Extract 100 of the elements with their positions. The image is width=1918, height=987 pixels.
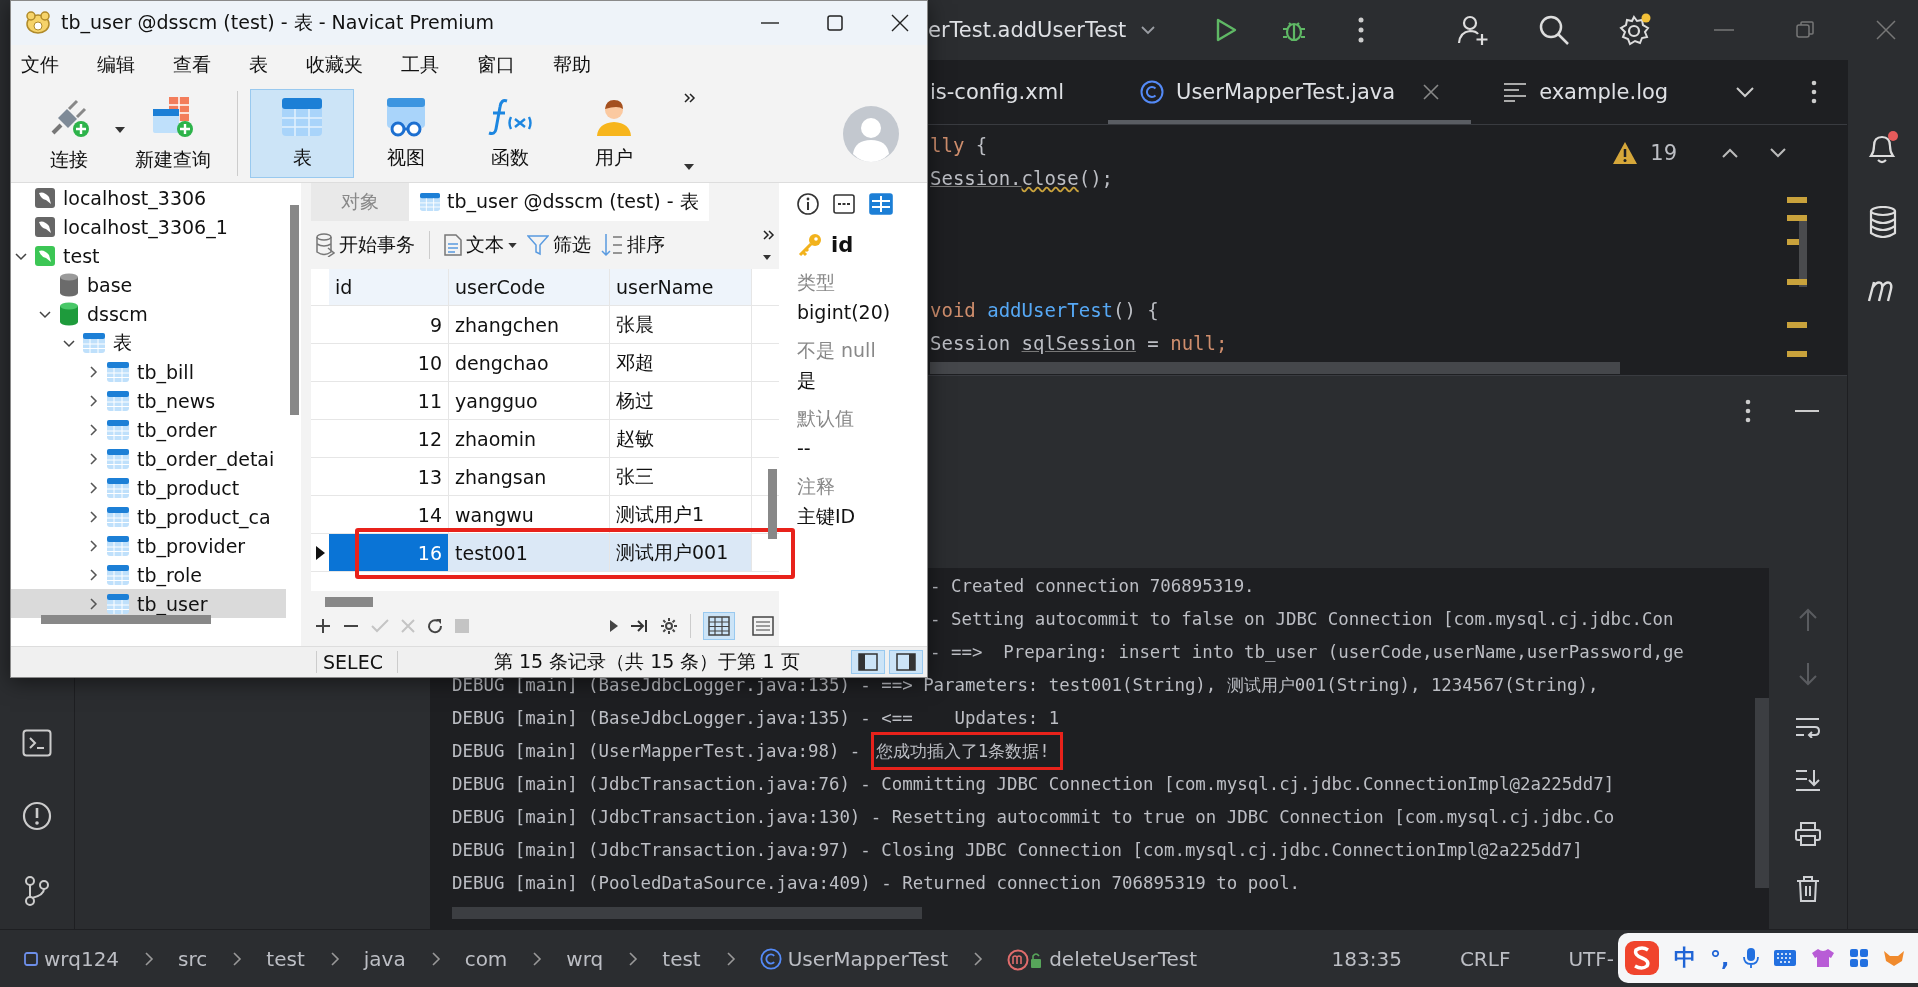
toolbar-button[interactable]: 表	[250, 89, 354, 178]
breadcrumb-item[interactable]: wrq124	[24, 946, 120, 971]
chevron-up-icon[interactable]	[1721, 147, 1739, 159]
settings-icon[interactable]	[660, 617, 678, 635]
toolbar-button[interactable]: 连接	[17, 89, 121, 178]
breadcrumb-item[interactable]: com	[464, 946, 508, 971]
terminal-icon[interactable]	[22, 729, 52, 757]
soft-wrap-icon[interactable]	[1795, 716, 1821, 738]
scroll-to-end-icon[interactable]	[1795, 768, 1821, 792]
menu-item[interactable]: 查看	[173, 52, 211, 78]
status-item[interactable]: CRLF	[1459, 946, 1511, 971]
toolbar-button[interactable]: 函数	[458, 89, 562, 178]
vertical-scrollbar[interactable]	[768, 469, 777, 539]
toolbar-button[interactable]: 新建查询	[121, 89, 225, 178]
vertical-scrollbar[interactable]	[1755, 698, 1769, 888]
tree-item[interactable]: tb_user	[11, 589, 286, 618]
keyboard-icon[interactable]	[1773, 949, 1798, 967]
run-configuration[interactable]: erTest.addUserTest	[928, 18, 1127, 42]
ddl-icon[interactable]	[833, 193, 855, 215]
play-icon[interactable]	[610, 620, 618, 632]
close-icon[interactable]	[891, 14, 909, 32]
trash-icon[interactable]	[1796, 876, 1820, 902]
chevron-right-icon[interactable]	[87, 481, 99, 494]
chevron-down-icon[interactable]	[1140, 25, 1157, 35]
breadcrumb-item[interactable]: src	[178, 946, 208, 971]
tree-item[interactable]: tb_product	[11, 473, 286, 502]
toolbar-button[interactable]: 筛选	[527, 232, 591, 258]
warning-circle-icon[interactable]	[22, 801, 52, 831]
chevron-right-icon[interactable]	[87, 394, 99, 407]
editor-tab[interactable]: example.log	[1471, 60, 1701, 124]
horizontal-scrollbar[interactable]	[452, 907, 922, 919]
menu-item[interactable]: 窗口	[477, 52, 515, 78]
maximize-icon[interactable]	[827, 15, 843, 31]
minus-icon[interactable]	[343, 624, 359, 628]
shirt-icon[interactable]	[1811, 948, 1836, 968]
menu-item[interactable]: 工具	[401, 52, 439, 78]
grid-view-button[interactable]	[703, 612, 735, 640]
more-icon[interactable]	[1745, 399, 1751, 423]
toolbar-button[interactable]: 排序	[601, 232, 665, 258]
left-pane-button[interactable]	[851, 650, 885, 674]
dropdown-arrow-icon[interactable]	[115, 127, 125, 133]
double-chevron-icon[interactable]	[763, 230, 775, 240]
menu-item[interactable]: 表	[249, 52, 268, 78]
chevron-right-icon[interactable]	[87, 423, 99, 436]
column-header[interactable]: id	[329, 269, 449, 305]
column-header[interactable]: userCode	[449, 269, 610, 305]
toolbar-button[interactable]: 视图	[354, 89, 458, 178]
chevron-right-icon[interactable]	[87, 539, 99, 552]
chevron-right-icon[interactable]	[87, 510, 99, 523]
editor-tab[interactable]: is-config.xml	[930, 60, 1108, 124]
horizontal-scrollbar[interactable]	[325, 597, 373, 607]
tab[interactable]: tb_user @dsscm (test) - 表	[409, 183, 709, 221]
tree-item[interactable]: localhost_3306_1	[11, 212, 286, 241]
git-branch-icon[interactable]	[23, 875, 51, 907]
tree-item[interactable]: tb_bill	[11, 357, 286, 386]
toolbar-button[interactable]: 用户	[562, 89, 666, 178]
vertical-scrollbar[interactable]	[290, 205, 299, 415]
tree-item[interactable]: tb_order_detai	[11, 444, 286, 473]
more-icon[interactable]	[1811, 80, 1817, 104]
breadcrumb-item[interactable]: deleteUserTest	[1007, 946, 1198, 971]
info-icon[interactable]	[797, 193, 819, 215]
tree-item[interactable]: 表	[11, 328, 286, 357]
menu-item[interactable]: 文件	[21, 52, 59, 78]
grid-icon[interactable]	[869, 193, 893, 215]
grid-icon[interactable]	[1849, 948, 1870, 968]
breadcrumb-item[interactable]: UserMapperTest	[759, 946, 949, 971]
punctuation-mode-label[interactable]: °,	[1710, 945, 1730, 971]
double-chevron-icon[interactable]	[684, 93, 696, 103]
chevron-right-icon[interactable]	[87, 568, 99, 581]
breadcrumb-item[interactable]: test	[266, 946, 305, 971]
chevron-down-icon[interactable]	[1769, 147, 1787, 159]
toolbar-button[interactable]: 文本	[444, 232, 517, 258]
tree-item[interactable]: dsscm	[11, 299, 286, 328]
input-mode-label[interactable]: 中	[1674, 943, 1696, 973]
tree-item[interactable]: localhost_3306	[11, 183, 286, 212]
menu-item[interactable]: 编辑	[97, 52, 135, 78]
menu-item[interactable]: 收藏夹	[306, 52, 363, 78]
tree-item[interactable]: tb_provider	[11, 531, 286, 560]
dropdown-arrow-icon[interactable]	[684, 164, 694, 170]
microphone-icon[interactable]	[1743, 947, 1760, 969]
chevron-right-icon[interactable]	[87, 452, 99, 465]
add-icon[interactable]	[315, 618, 331, 634]
dropdown-arrow-icon[interactable]	[508, 242, 517, 248]
tree-item[interactable]: base	[11, 270, 286, 299]
tree-item[interactable]: tb_product_ca	[11, 502, 286, 531]
input-method-logo-icon[interactable]	[1624, 940, 1660, 976]
search-icon[interactable]	[1538, 14, 1570, 46]
breadcrumb-item[interactable]: java	[363, 946, 406, 971]
horizontal-scrollbar[interactable]	[930, 362, 1620, 374]
breadcrumb-item[interactable]: test	[662, 946, 701, 971]
tree-item[interactable]: test	[11, 241, 286, 270]
horizontal-scrollbar[interactable]	[41, 615, 211, 624]
tree-item[interactable]: tb_news	[11, 386, 286, 415]
toolbar-button[interactable]: 开始事务	[315, 232, 415, 258]
right-pane-button[interactable]	[889, 650, 923, 674]
tree-item[interactable]: tb_order	[11, 415, 286, 444]
breadcrumb-item[interactable]: wrq	[566, 946, 604, 971]
refresh-icon[interactable]	[427, 618, 443, 634]
last-record-icon[interactable]	[630, 619, 648, 633]
column-header[interactable]: userName	[610, 269, 752, 305]
